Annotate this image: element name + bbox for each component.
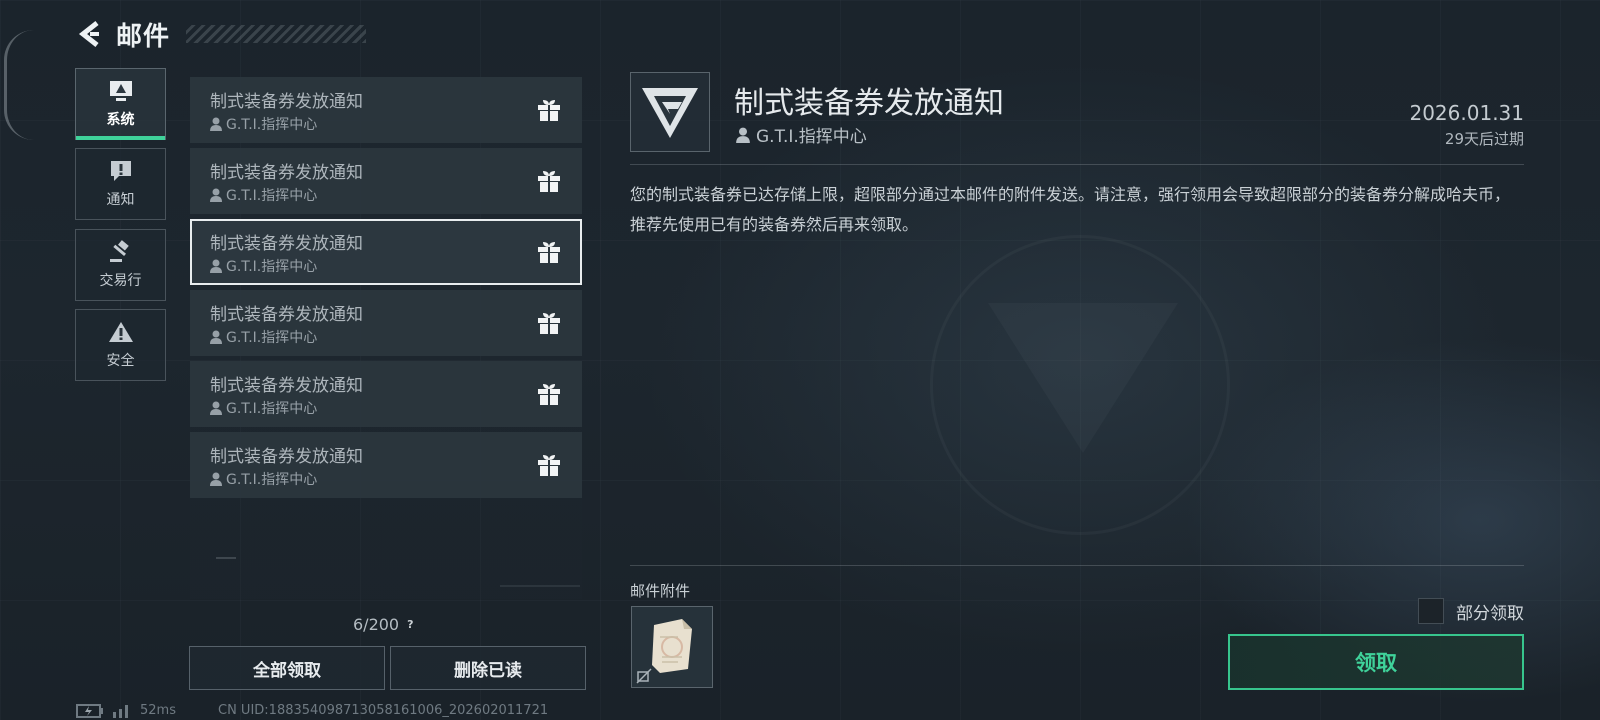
user-icon	[210, 330, 222, 344]
sender-logo	[630, 72, 710, 152]
mail-sender-name: G.T.I.指挥中心	[226, 188, 318, 204]
background-emblem	[930, 235, 1230, 535]
mail-detail-sender: G.T.I.指挥中心	[736, 122, 867, 147]
user-icon	[210, 259, 222, 273]
user-icon	[210, 472, 222, 486]
no-trade-icon	[636, 668, 652, 684]
gti-logo-icon	[642, 88, 698, 138]
mail-sender: G.T.I.指挥中心	[210, 256, 317, 276]
mail-body: 您的制式装备券已达存储上限，超限部分通过本邮件的附件发送。请注意，强行领用会导致…	[630, 185, 1511, 234]
mail-count: 6/200 ?	[353, 615, 414, 634]
attachment-item[interactable]	[631, 606, 713, 688]
mail-subject: 制式装备券发放通知	[210, 163, 363, 183]
title-stripe-decoration	[186, 25, 367, 43]
warning-triangle-icon	[108, 322, 133, 342]
mail-subject: 制式装备券发放通知	[210, 234, 363, 254]
gift-icon	[538, 242, 560, 263]
list-decoration	[216, 557, 236, 559]
list-decoration	[500, 585, 580, 587]
attachments-title: 邮件附件	[630, 582, 691, 600]
user-icon	[210, 188, 222, 202]
mail-list-item[interactable]: 制式装备券发放通知 G.T.I.指挥中心	[190, 77, 582, 143]
mail-list-item[interactable]: 制式装备券发放通知 G.T.I.指挥中心	[190, 361, 582, 427]
ping-value: 52ms	[140, 703, 176, 718]
claim-button[interactable]: 领取	[1228, 634, 1524, 690]
mail-list-item-selected[interactable]: 制式装备券发放通知 G.T.I.指挥中心	[190, 219, 582, 285]
mail-sender-name: G.T.I.指挥中心	[226, 330, 318, 346]
battery-icon	[76, 703, 103, 718]
category-tab-system[interactable]: 系统	[75, 68, 166, 140]
mail-list[interactable]: 制式装备券发放通知 G.T.I.指挥中心 制式装备券发放通知 G.T.I.指挥中…	[190, 77, 582, 599]
mail-subject: 制式装备券发放通知	[210, 305, 363, 325]
header: 邮件	[76, 16, 367, 52]
category-tab-trade[interactable]: 交易行	[75, 229, 166, 301]
mail-sender-name: G.T.I.指挥中心	[226, 259, 318, 275]
page-title: 邮件	[116, 21, 171, 52]
mail-sender: G.T.I.指挥中心	[210, 114, 317, 134]
mail-sender: G.T.I.指挥中心	[210, 185, 317, 205]
category-label: 通知	[106, 192, 135, 208]
mail-sender: G.T.I.指挥中心	[210, 327, 317, 347]
gift-icon	[538, 313, 560, 334]
partial-claim-label: 部分领取	[1456, 603, 1524, 624]
monitor-alert-icon	[109, 81, 132, 101]
gift-icon	[538, 455, 560, 476]
mail-subject: 制式装备券发放通知	[210, 447, 363, 467]
mail-list-item[interactable]: 制式装备券发放通知 G.T.I.指挥中心	[190, 432, 582, 498]
category-label: 交易行	[99, 273, 142, 289]
mail-list-item[interactable]: 制式装备券发放通知 G.T.I.指挥中心	[190, 148, 582, 214]
gift-icon	[538, 384, 560, 405]
chevron-left-icon	[78, 21, 99, 47]
mail-subject: 制式装备券发放通知	[210, 92, 363, 112]
mail-expire: 29天后过期	[1444, 130, 1524, 148]
category-tab-notice[interactable]: 通知	[75, 148, 166, 220]
mail-sender-name: G.T.I.指挥中心	[226, 472, 318, 488]
mail-detail-sender-name: G.T.I.指挥中心	[756, 127, 867, 147]
user-uid: CN UID:188354098713058161006_20260201172…	[218, 703, 549, 718]
category-label: 安全	[106, 353, 135, 369]
mail-detail-title: 制式装备券发放通知	[734, 86, 1004, 121]
status-bar: 52ms	[76, 703, 176, 718]
mail-list-item[interactable]: 制式装备券发放通知 G.T.I.指挥中心	[190, 290, 582, 356]
mail-subject: 制式装备券发放通知	[210, 376, 363, 396]
divider	[630, 565, 1524, 566]
back-button[interactable]	[76, 19, 104, 49]
edge-arc-decoration	[4, 30, 34, 140]
mail-sender-name: G.T.I.指挥中心	[226, 401, 318, 417]
claim-all-button[interactable]: 全部领取	[189, 646, 385, 690]
help-icon[interactable]: ?	[407, 618, 413, 631]
user-icon	[210, 401, 222, 415]
mail-date: 2026.01.31	[1409, 101, 1524, 125]
mail-sender: G.T.I.指挥中心	[210, 469, 317, 489]
exclamation-icon	[110, 161, 131, 181]
gift-icon	[538, 171, 560, 192]
mail-sender: G.T.I.指挥中心	[210, 398, 317, 418]
gift-icon	[538, 100, 560, 121]
signal-icon	[113, 704, 128, 718]
user-icon	[736, 127, 750, 143]
user-icon	[210, 117, 222, 131]
delete-read-button[interactable]: 删除已读	[390, 646, 586, 690]
mail-sender-name: G.T.I.指挥中心	[226, 117, 318, 133]
divider	[630, 164, 1524, 165]
mail-count-value: 6/200	[353, 615, 400, 634]
category-label: 系统	[106, 112, 135, 128]
category-tab-security[interactable]: 安全	[75, 309, 166, 381]
partial-claim-checkbox[interactable]	[1418, 598, 1444, 624]
partial-claim-toggle[interactable]: 部分领取	[1418, 598, 1524, 624]
gavel-icon	[109, 240, 129, 262]
